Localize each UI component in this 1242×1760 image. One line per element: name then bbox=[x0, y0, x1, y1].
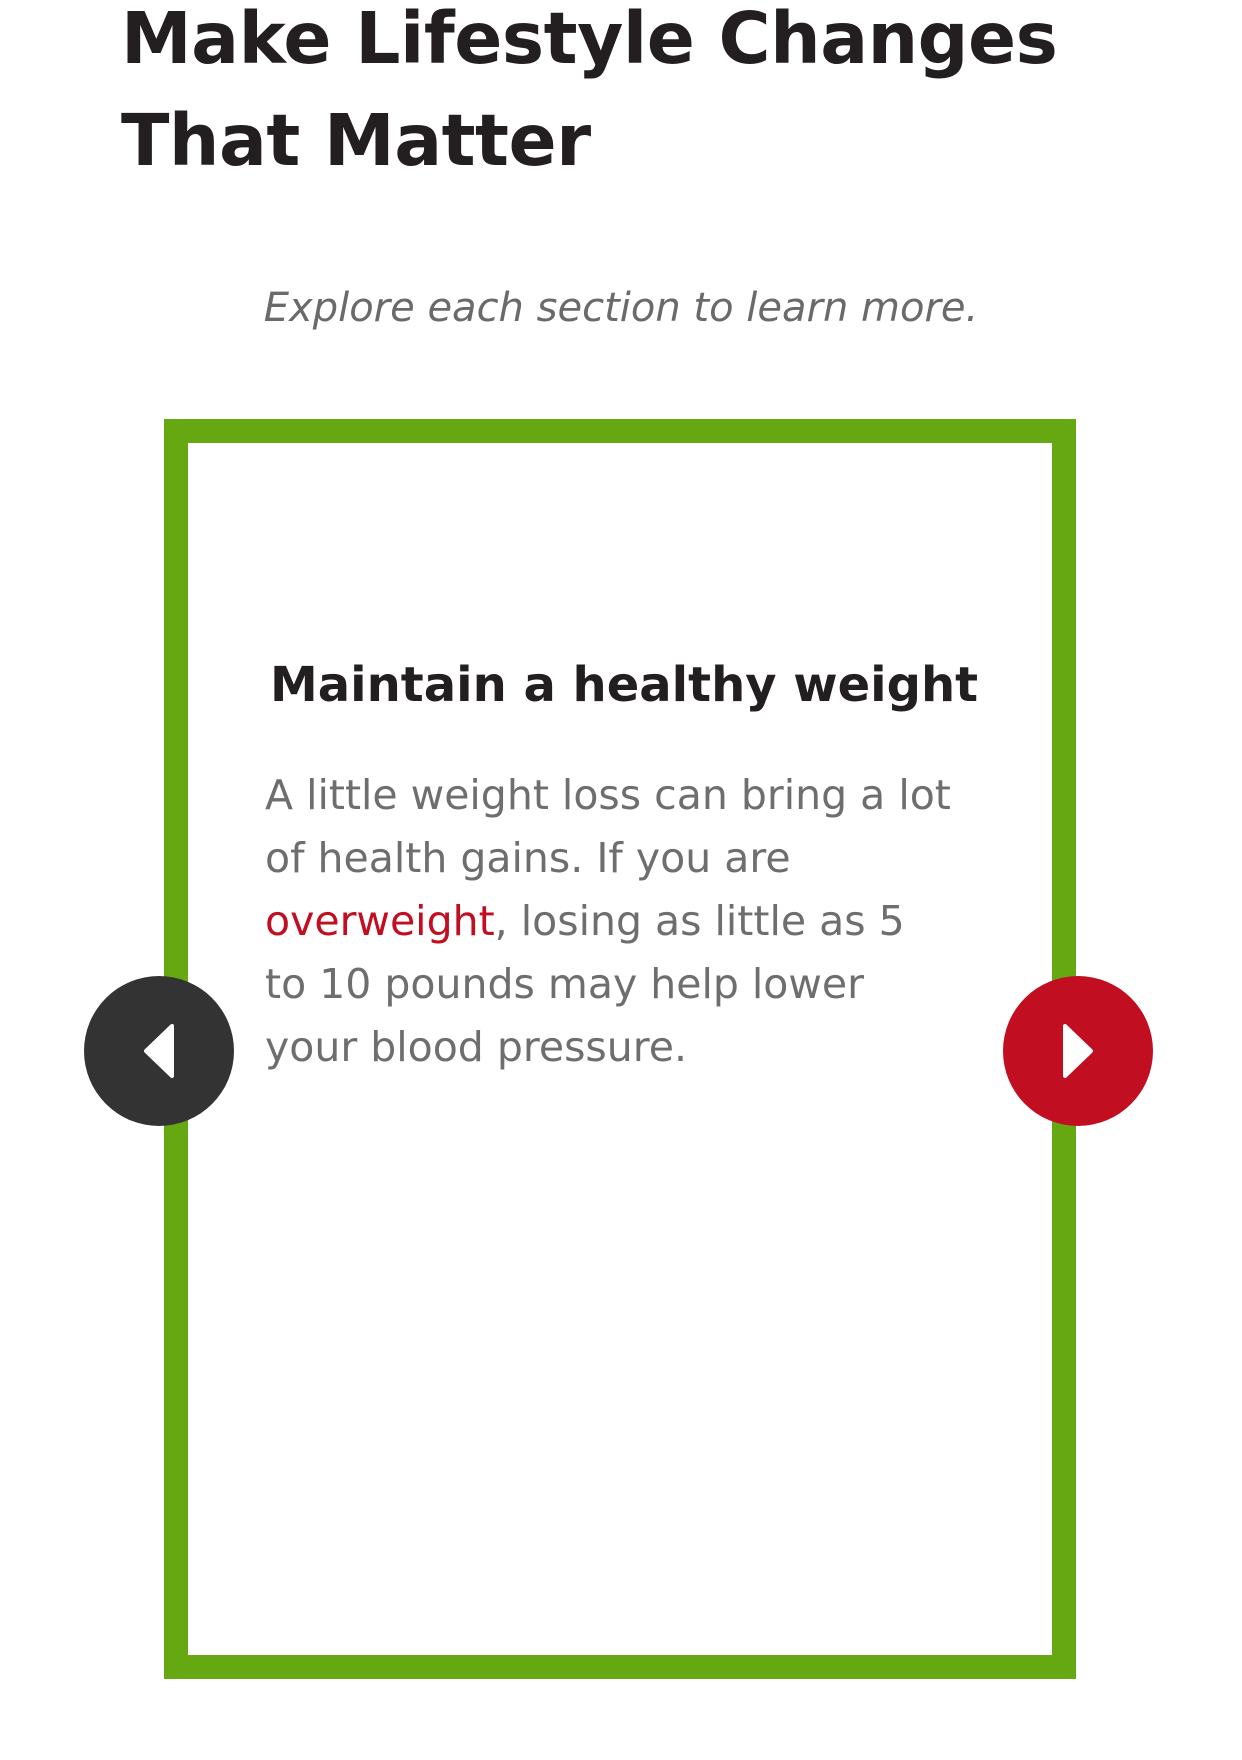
card-body: A little weight loss can bring a lot of … bbox=[265, 764, 955, 1079]
carousel-next-button[interactable] bbox=[1003, 976, 1153, 1126]
page-title-line-2: That Matter bbox=[121, 99, 591, 182]
card-heading: Maintain a healthy weight bbox=[270, 657, 979, 713]
card-body-text-start: A little weight loss can bring a lot of … bbox=[265, 771, 951, 882]
page-subtitle: Explore each section to learn more. bbox=[263, 285, 979, 331]
carousel-prev-button[interactable] bbox=[84, 976, 234, 1126]
overweight-link[interactable]: overweight bbox=[265, 897, 495, 945]
page-title-line-1: Make Lifestyle Changes bbox=[121, 0, 1058, 80]
chevron-left-icon bbox=[142, 1023, 176, 1079]
chevron-right-icon bbox=[1061, 1023, 1095, 1079]
page-title: Make Lifestyle Changes That Matter bbox=[121, 0, 1121, 192]
